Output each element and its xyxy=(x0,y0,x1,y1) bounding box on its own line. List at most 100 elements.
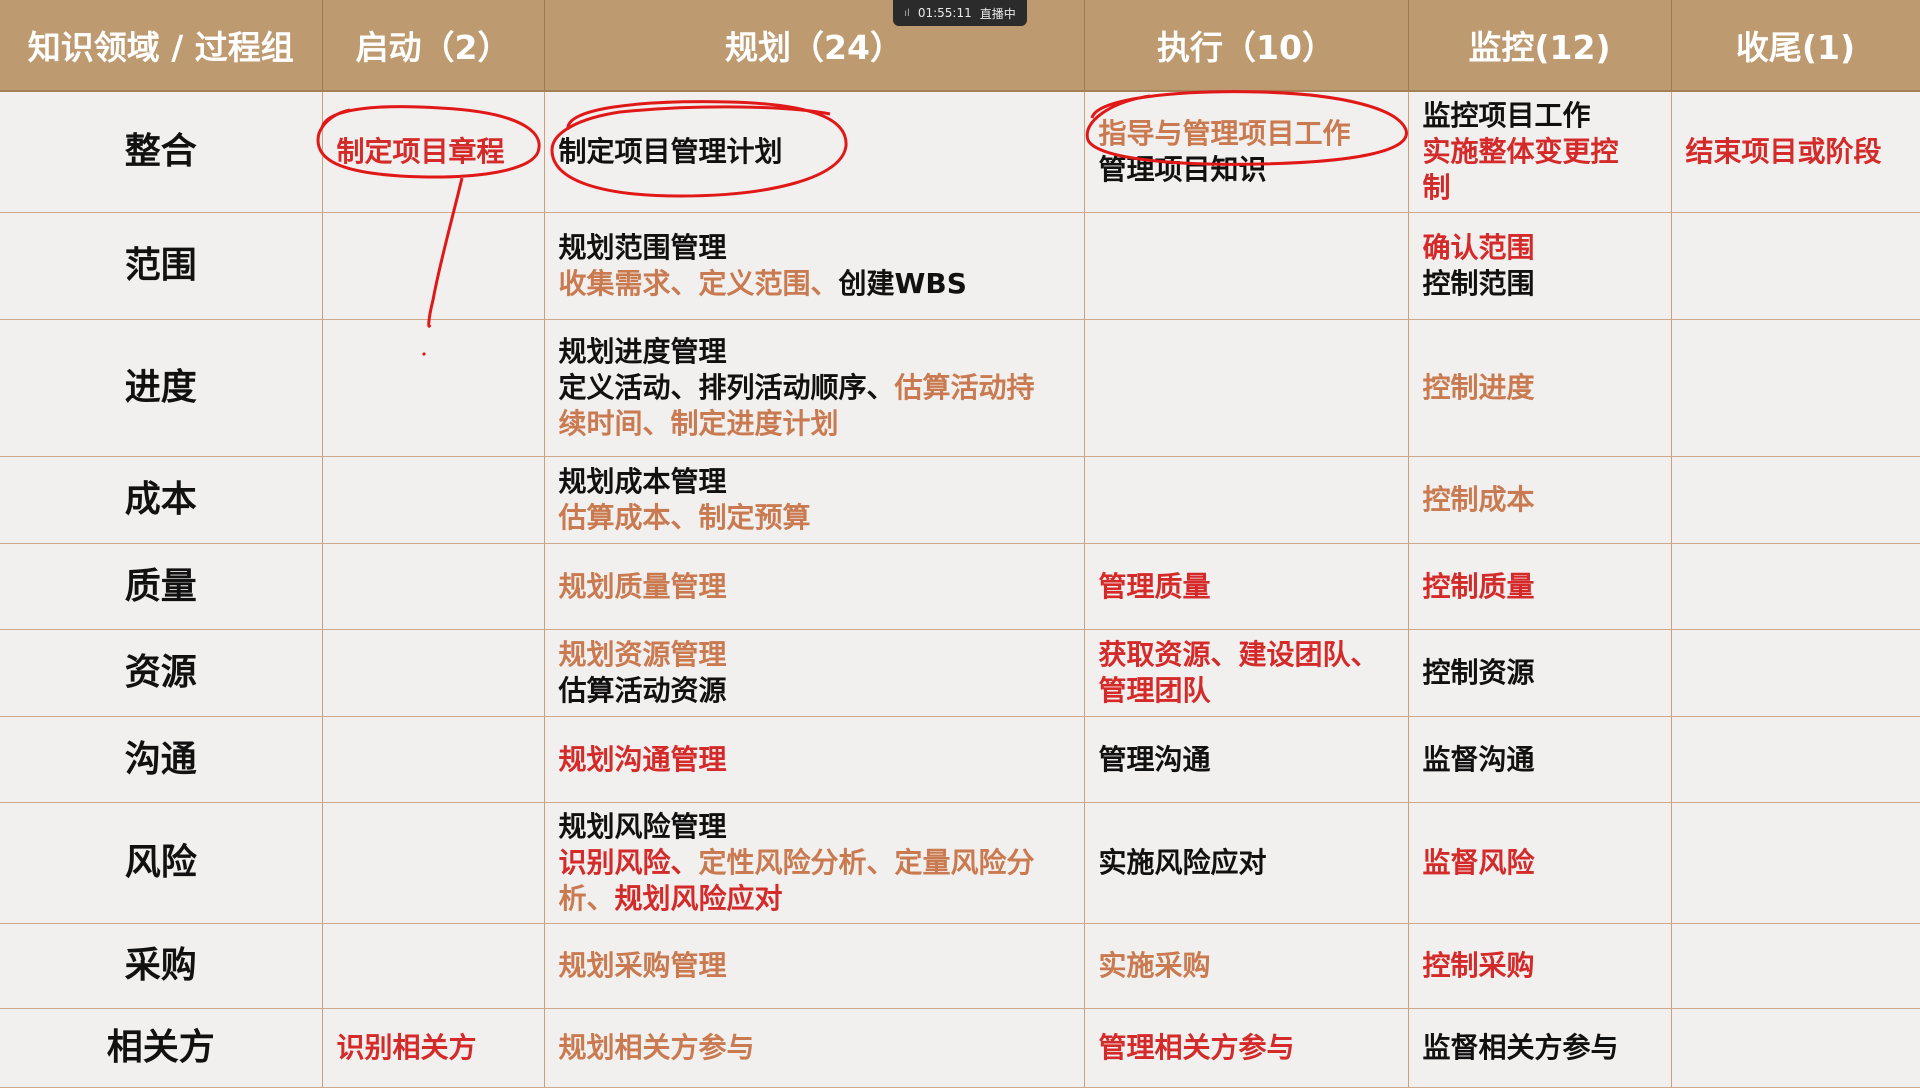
table-row: 资源 规划资源管理 估算活动资源 获取资源、建设团队、 管理团队 控制资源 xyxy=(0,629,1920,717)
table-row: 成本 规划成本管理 估算成本、制定预算 控制成本 xyxy=(0,456,1920,544)
process-line: 估算成本、制定预算 xyxy=(559,500,1070,536)
process-line: 监督相关方参与 xyxy=(1423,1030,1657,1066)
process-text: 控制范围 xyxy=(1422,267,1535,300)
header-knowledge-area: 知识领域 / 过程组 xyxy=(0,0,323,92)
process-text: 析、 xyxy=(558,882,615,915)
cell-closing xyxy=(1671,716,1920,803)
process-line: 管理项目知识 xyxy=(1099,152,1394,188)
cell-closing xyxy=(1671,319,1920,457)
cell-initiating xyxy=(322,802,545,924)
live-status-badge: ıl 01:55:11 直播中 xyxy=(893,0,1027,26)
cell-closing xyxy=(1671,629,1920,717)
knowledge-area-label: 资源 xyxy=(0,629,323,717)
cell-initiating xyxy=(322,716,545,803)
process-text: 规划风险管理 xyxy=(558,810,727,843)
process-text: 定义活动、排列活动顺序、 xyxy=(558,371,895,404)
process-group-table: 知识领域 / 过程组 启动（2） 规划（24） 执行（10） 监控(12) 收尾… xyxy=(0,0,1920,1088)
cell-planning: 规划成本管理 估算成本、制定预算 xyxy=(544,456,1085,544)
knowledge-area-label: 相关方 xyxy=(0,1008,323,1088)
process-matrix-slide: 知识领域 / 过程组 启动（2） 规划（24） 执行（10） 监控(12) 收尾… xyxy=(0,0,1920,1088)
header-closing: 收尾(1) xyxy=(1671,0,1920,92)
cell-executing: 指导与管理项目工作 管理项目知识 xyxy=(1084,91,1409,213)
process-line: 收集需求、定义范围、创建WBS xyxy=(559,266,1070,302)
process-line: 规划采购管理 xyxy=(559,948,1070,984)
knowledge-area-label: 采购 xyxy=(0,923,323,1009)
process-line: 控制采购 xyxy=(1423,948,1657,984)
cell-planning: 规划质量管理 xyxy=(544,543,1085,630)
process-text: 规划相关方参与 xyxy=(558,1031,755,1064)
process-line: 制定项目管理计划 xyxy=(559,134,1070,170)
knowledge-area-label: 整合 xyxy=(0,91,323,213)
cell-initiating xyxy=(322,212,545,320)
table-row: 风险 规划风险管理 识别风险、定性风险分析、定量风险分 析、规划风险应对 实施风险应对监… xyxy=(0,802,1920,924)
cell-executing: 实施风险应对 xyxy=(1084,802,1409,924)
process-text: 识别风险、 xyxy=(558,846,699,879)
process-line: 规划质量管理 xyxy=(559,569,1070,605)
process-text: 续时间、制定进度计划 xyxy=(558,407,839,440)
process-line: 规划进度管理 xyxy=(559,334,1070,370)
knowledge-area-label: 质量 xyxy=(0,543,323,630)
process-line: 监督风险 xyxy=(1423,845,1657,881)
process-text: 规划质量管理 xyxy=(558,569,727,603)
process-line: 规划相关方参与 xyxy=(559,1030,1070,1066)
cell-monitoring: 控制资源 xyxy=(1408,629,1672,717)
process-text: 控制采购 xyxy=(1422,949,1535,982)
process-text: 控制成本 xyxy=(1422,483,1535,516)
process-text: 监督相关方参与 xyxy=(1422,1031,1619,1064)
process-line: 识别风险、定性风险分析、定量风险分 xyxy=(559,845,1070,881)
cell-monitoring: 监督沟通 xyxy=(1408,716,1672,803)
process-text: 识别相关方 xyxy=(336,1031,477,1064)
process-text: 监督风险 xyxy=(1422,846,1535,879)
table-row: 沟通 规划沟通管理 管理沟通 监督沟通 xyxy=(0,716,1920,803)
header-executing: 执行（10） xyxy=(1084,0,1409,92)
process-line: 估算活动资源 xyxy=(559,673,1070,709)
process-text: 估算活动资源 xyxy=(558,674,727,707)
live-timer: 01:55:11 xyxy=(917,6,972,20)
knowledge-area-label: 进度 xyxy=(0,319,323,457)
cell-executing: 管理质量 xyxy=(1084,543,1409,630)
cell-planning: 规划风险管理 识别风险、定性风险分析、定量风险分 析、规划风险应对 xyxy=(544,802,1085,924)
header-monitoring: 监控(12) xyxy=(1408,0,1672,92)
process-text: 结束项目或阶段 xyxy=(1685,135,1882,168)
cell-monitoring: 监督相关方参与 xyxy=(1408,1008,1672,1088)
cell-initiating xyxy=(322,319,545,457)
cell-closing xyxy=(1671,456,1920,544)
process-text: 估算活动持 xyxy=(894,371,1035,404)
process-line: 获取资源、建设团队、 xyxy=(1099,637,1394,673)
process-line: 续时间、制定进度计划 xyxy=(559,406,1070,442)
process-line: 控制范围 xyxy=(1423,266,1657,302)
process-text: 管理相关方参与 xyxy=(1098,1031,1295,1064)
process-line: 制定项目章程 xyxy=(337,134,530,170)
cell-closing xyxy=(1671,212,1920,320)
process-text: 制定项目管理计划 xyxy=(558,135,783,168)
cell-planning: 规划资源管理 估算活动资源 xyxy=(544,629,1085,717)
cell-closing xyxy=(1671,923,1920,1009)
process-line: 监控项目工作 xyxy=(1423,98,1657,134)
cell-monitoring: 控制进度 xyxy=(1408,319,1672,457)
live-label: 直播中 xyxy=(979,6,1016,21)
cell-closing xyxy=(1671,543,1920,630)
table-row: 范围 规划范围管理 收集需求、定义范围、创建WBS 确认范围 控制范围 xyxy=(0,212,1920,320)
process-text: 管理团队 xyxy=(1098,674,1211,707)
table-row: 进度 规划进度管理 定义活动、排列活动顺序、估算活动持 续时间、制定进度计划 控制进度 xyxy=(0,319,1920,457)
process-text: 管理质量 xyxy=(1098,569,1211,603)
process-line: 监督沟通 xyxy=(1423,742,1657,778)
process-line: 析、规划风险应对 xyxy=(559,881,1070,917)
process-line: 定义活动、排列活动顺序、估算活动持 xyxy=(559,370,1070,406)
process-text: 制 xyxy=(1422,171,1451,204)
cell-closing xyxy=(1671,1008,1920,1088)
process-text: 实施采购 xyxy=(1098,949,1211,982)
process-text: 获取资源、建设团队、 xyxy=(1098,638,1379,671)
process-line: 结束项目或阶段 xyxy=(1686,134,1906,170)
process-line: 制 xyxy=(1423,170,1657,206)
process-line: 控制进度 xyxy=(1423,370,1657,406)
process-text: 监督沟通 xyxy=(1422,742,1535,776)
process-text: 控制进度 xyxy=(1422,371,1535,404)
process-text: 规划采购管理 xyxy=(558,949,727,982)
process-line: 管理质量 xyxy=(1099,569,1394,605)
process-line: 规划风险管理 xyxy=(559,809,1070,845)
header-initiating: 启动（2） xyxy=(322,0,545,92)
cell-initiating: 制定项目章程 xyxy=(322,91,545,213)
cell-planning: 规划进度管理 定义活动、排列活动顺序、估算活动持 续时间、制定进度计划 xyxy=(544,319,1085,457)
process-text: 规划成本管理 xyxy=(558,465,727,498)
